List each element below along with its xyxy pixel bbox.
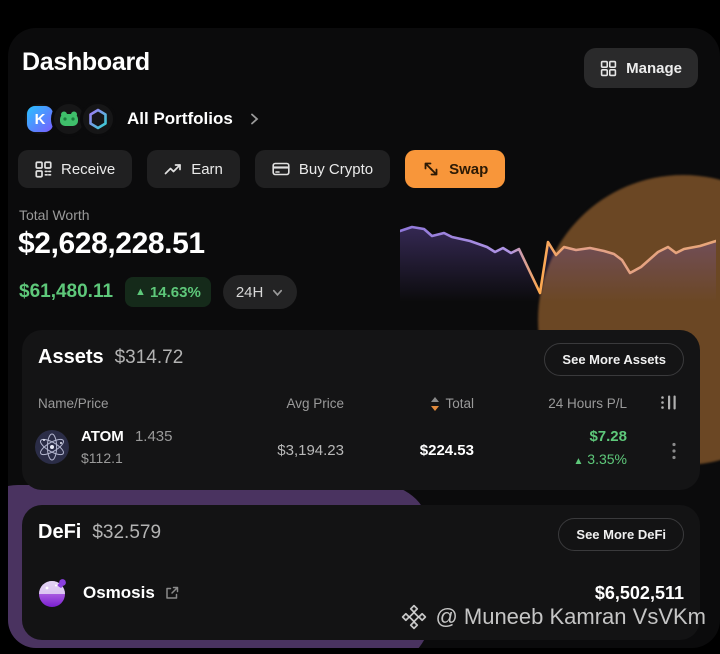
watermark: @ Muneeb Kamran VsVKm: [401, 604, 706, 630]
change-percent: 14.63%: [149, 283, 201, 301]
credit-card-icon: [272, 161, 290, 177]
swap-label: Swap: [449, 160, 489, 178]
swap-cursors-icon: [422, 160, 440, 178]
assets-card-header: Assets $314.72: [38, 346, 183, 369]
page-title: Dashboard: [22, 48, 150, 76]
defi-protocol-name: Osmosis: [83, 583, 155, 602]
receive-button[interactable]: Receive: [18, 150, 133, 188]
period-dropdown[interactable]: 24H: [222, 275, 298, 309]
defi-subtotal: $32.579: [92, 522, 162, 543]
buy-crypto-button[interactable]: Buy Crypto: [254, 150, 391, 188]
change-percent-badge: ▲ 14.63%: [125, 277, 211, 307]
watermark-text: @ Muneeb Kamran VsVKm: [435, 604, 706, 629]
assets-table-header: Name/Price Avg Price Total 24 Hours P/L: [22, 394, 700, 416]
defi-title: DeFi: [38, 521, 82, 543]
atom-token-icon: [34, 429, 70, 465]
defi-card-header: DeFi $32.579: [38, 521, 161, 544]
keplr-logo-icon: K: [27, 106, 53, 132]
dashboard-page: Dashboard Manage K All Portfolios Receiv…: [0, 0, 720, 654]
assets-card: Assets $314.72 See More Assets Name/Pric…: [22, 330, 700, 490]
row-kebab-menu-icon[interactable]: [670, 440, 678, 462]
period-value: 24H: [235, 283, 264, 301]
grid-icon: [600, 60, 617, 77]
leap-logo-icon: [57, 107, 81, 131]
earn-button[interactable]: Earn: [147, 150, 240, 188]
manage-label: Manage: [626, 59, 682, 77]
portfolio-label: All Portfolios: [127, 109, 233, 128]
qr-code-icon: [35, 160, 52, 178]
assets-subtotal: $314.72: [114, 347, 184, 368]
main-panel: Dashboard Manage K All Portfolios Receiv…: [8, 28, 720, 648]
total-worth-change-row: $61,480.11 ▲ 14.63% 24H: [19, 275, 298, 309]
chevron-down-icon: [271, 286, 284, 299]
asset-amount: 1.435: [134, 428, 173, 445]
up-triangle-icon: ▲: [135, 286, 146, 298]
hex-wallet-avatar: [80, 101, 116, 137]
see-more-defi-button[interactable]: See More DeFi: [558, 518, 684, 551]
asset-24h-pl: $7.28 ▲ 3.35%: [574, 428, 628, 467]
wallet-avatars: K: [22, 101, 116, 137]
total-worth-value: $2,628,228.51: [18, 227, 205, 260]
chevron-right-icon: [247, 112, 261, 126]
receive-label: Receive: [61, 160, 116, 178]
asset-price: $112.1: [81, 450, 123, 466]
column-avg-price[interactable]: Avg Price: [286, 396, 344, 411]
asset-symbol: ATOM: [81, 428, 124, 445]
manage-button[interactable]: Manage: [584, 48, 698, 88]
columns-settings-icon[interactable]: [660, 394, 679, 411]
change-value: $61,480.11: [19, 281, 114, 302]
column-total-label: Total: [445, 396, 474, 411]
asset-total: $224.53: [419, 442, 474, 459]
pl-value: $7.28: [589, 428, 627, 445]
osmosis-logo-icon: [36, 576, 70, 610]
swap-button[interactable]: Swap: [405, 150, 506, 188]
trending-up-icon: [164, 161, 182, 177]
external-link-icon[interactable]: [164, 585, 180, 601]
column-24h-pl[interactable]: 24 Hours P/L: [548, 396, 627, 411]
pl-up-triangle-icon: ▲: [573, 456, 584, 467]
asset-row-atom[interactable]: ATOM 1.435 $112.1 $3,194.23 $224.53 $7.2…: [22, 424, 700, 482]
buy-crypto-label: Buy Crypto: [298, 160, 374, 178]
earn-label: Earn: [191, 160, 223, 178]
hexagon-logo-icon: [86, 107, 110, 131]
action-bar: Receive Earn Buy Crypto Swap: [18, 150, 506, 188]
pl-percent: 3.35%: [587, 451, 627, 467]
diamond-logo-icon: [401, 604, 427, 630]
asset-name-price: ATOM 1.435 $112.1: [81, 428, 173, 466]
column-total[interactable]: Total: [431, 396, 474, 411]
defi-protocol-value: $6,502,511: [594, 582, 684, 603]
sort-arrows-icon: [431, 396, 440, 411]
total-worth-label: Total Worth: [19, 207, 90, 223]
column-name-price[interactable]: Name/Price: [38, 396, 109, 411]
portfolio-selector[interactable]: K All Portfolios: [22, 101, 261, 137]
worth-chart: [400, 225, 716, 302]
asset-identity: ATOM 1.435 $112.1: [34, 428, 173, 466]
assets-title: Assets: [38, 346, 104, 368]
see-more-assets-button[interactable]: See More Assets: [544, 343, 684, 376]
asset-avg-price: $3,194.23: [277, 442, 344, 459]
